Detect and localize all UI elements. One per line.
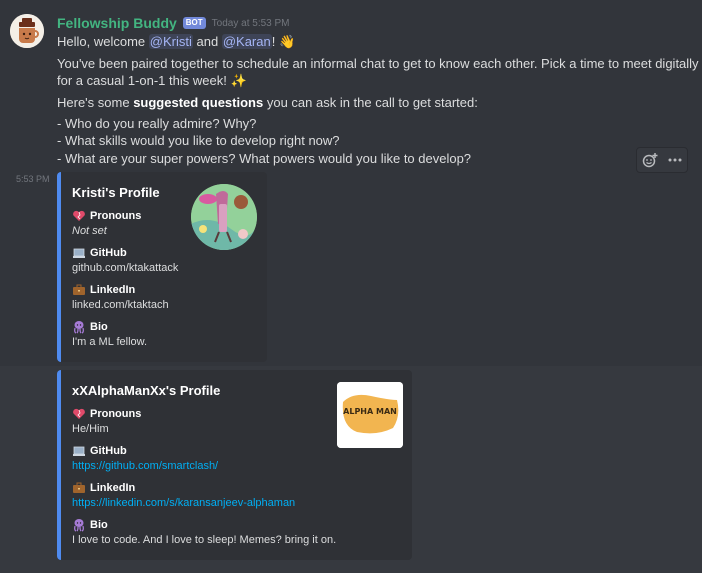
- field-name-pronouns: Pronouns: [72, 209, 141, 223]
- suggestion-bold: suggested questions: [133, 95, 264, 110]
- field-value-pronouns: He/Him: [72, 423, 109, 435]
- field-value-github: github.com/ktakattack: [72, 262, 179, 274]
- intro-line-2: for a casual 1-on-1 this week! ✨: [57, 73, 247, 89]
- linkedin-link[interactable]: https://linkedin.com/s/karansanjeev-alph…: [72, 497, 295, 509]
- octopus-icon: [74, 519, 84, 532]
- question-3: - What are your super powers? What power…: [57, 151, 472, 166]
- greeting-text: Hello, welcome: [57, 34, 146, 49]
- field-name-bio: Bio: [72, 320, 108, 334]
- question-2: - What skills would you like to develop …: [57, 133, 340, 148]
- question-1: - Who do you really admire? Why?: [57, 116, 257, 131]
- field-name-pronouns: Pronouns: [72, 407, 141, 421]
- laptop-icon: [73, 248, 85, 258]
- mention-karan[interactable]: @Karan: [221, 34, 272, 49]
- briefcase-icon: [73, 284, 85, 295]
- github-link[interactable]: https://github.com/smartclash/: [72, 460, 218, 472]
- profile-embed-alphaman: xXAlphaManXx's Profile Pronouns He/Him G…: [57, 370, 412, 560]
- field-name-github: GitHub: [72, 444, 127, 458]
- message-timestamp: Today at 5:53 PM: [211, 17, 290, 29]
- field-label: LinkedIn: [90, 284, 136, 296]
- profile-embed-kristi: Kristi's Profile Pronouns Not set GitHub…: [57, 172, 267, 362]
- field-value-bio: I'm a ML fellow.: [72, 336, 148, 348]
- message-actions: [636, 147, 688, 173]
- laptop-icon: [73, 446, 85, 456]
- compact-timestamp: 5:53 PM: [16, 174, 50, 184]
- more-icon[interactable]: [666, 151, 684, 169]
- embed-title: Kristi's Profile: [72, 185, 160, 200]
- field-name-bio: Bio: [72, 518, 108, 532]
- mention-kristi[interactable]: @Kristi: [148, 34, 193, 49]
- alpha-man-logo-text: ALPHA MAN: [343, 407, 397, 416]
- intro-line-2-text: for a casual 1-on-1 this week!: [57, 73, 227, 88]
- profile-thumbnail[interactable]: ALPHA MAN: [337, 382, 403, 448]
- briefcase-icon: [73, 482, 85, 493]
- field-value-linkedin: linked.com/ktaktach: [72, 299, 169, 311]
- greeting-line: Hello, welcome @Kristi and @Karan! 👋: [57, 34, 295, 50]
- field-label: Bio: [90, 321, 108, 333]
- message-header: Fellowship Buddy BOT Today at 5:53 PM: [57, 15, 290, 31]
- field-label: GitHub: [90, 445, 127, 457]
- field-label: Bio: [90, 519, 108, 531]
- add-reaction-icon[interactable]: [641, 151, 659, 169]
- field-name-linkedin: LinkedIn: [72, 481, 135, 495]
- suggestion-post: you can ask in the call to get started:: [266, 95, 478, 110]
- suggestion-line: Here's some suggested questions you can …: [57, 95, 478, 110]
- field-value-pronouns: Not set: [72, 225, 107, 237]
- intro-line-1: You've been paired together to schedule …: [57, 56, 699, 71]
- heart-icon: [73, 210, 85, 221]
- and-text: and: [196, 34, 219, 49]
- field-label: GitHub: [90, 247, 127, 259]
- field-label: LinkedIn: [90, 482, 136, 494]
- field-label: Pronouns: [90, 408, 142, 420]
- wave-emoji: 👋: [278, 34, 296, 49]
- field-name-linkedin: LinkedIn: [72, 283, 135, 297]
- field-label: Pronouns: [90, 210, 142, 222]
- profile-thumbnail[interactable]: [191, 184, 257, 250]
- greeting-end: !: [271, 34, 276, 49]
- field-value-bio: I love to code. And I love to sleep! Mem…: [72, 534, 337, 546]
- field-name-github: GitHub: [72, 246, 127, 260]
- suggestion-pre: Here's some: [57, 95, 130, 110]
- sparkles-emoji: ✨: [230, 73, 247, 88]
- username[interactable]: Fellowship Buddy: [57, 15, 177, 31]
- bot-avatar[interactable]: [10, 14, 44, 48]
- bot-badge: BOT: [182, 17, 206, 29]
- embed-title: xXAlphaManXx's Profile: [72, 383, 221, 398]
- heart-icon: [73, 408, 85, 419]
- message-area: Fellowship Buddy BOT Today at 5:53 PM He…: [0, 0, 702, 573]
- octopus-icon: [74, 321, 84, 334]
